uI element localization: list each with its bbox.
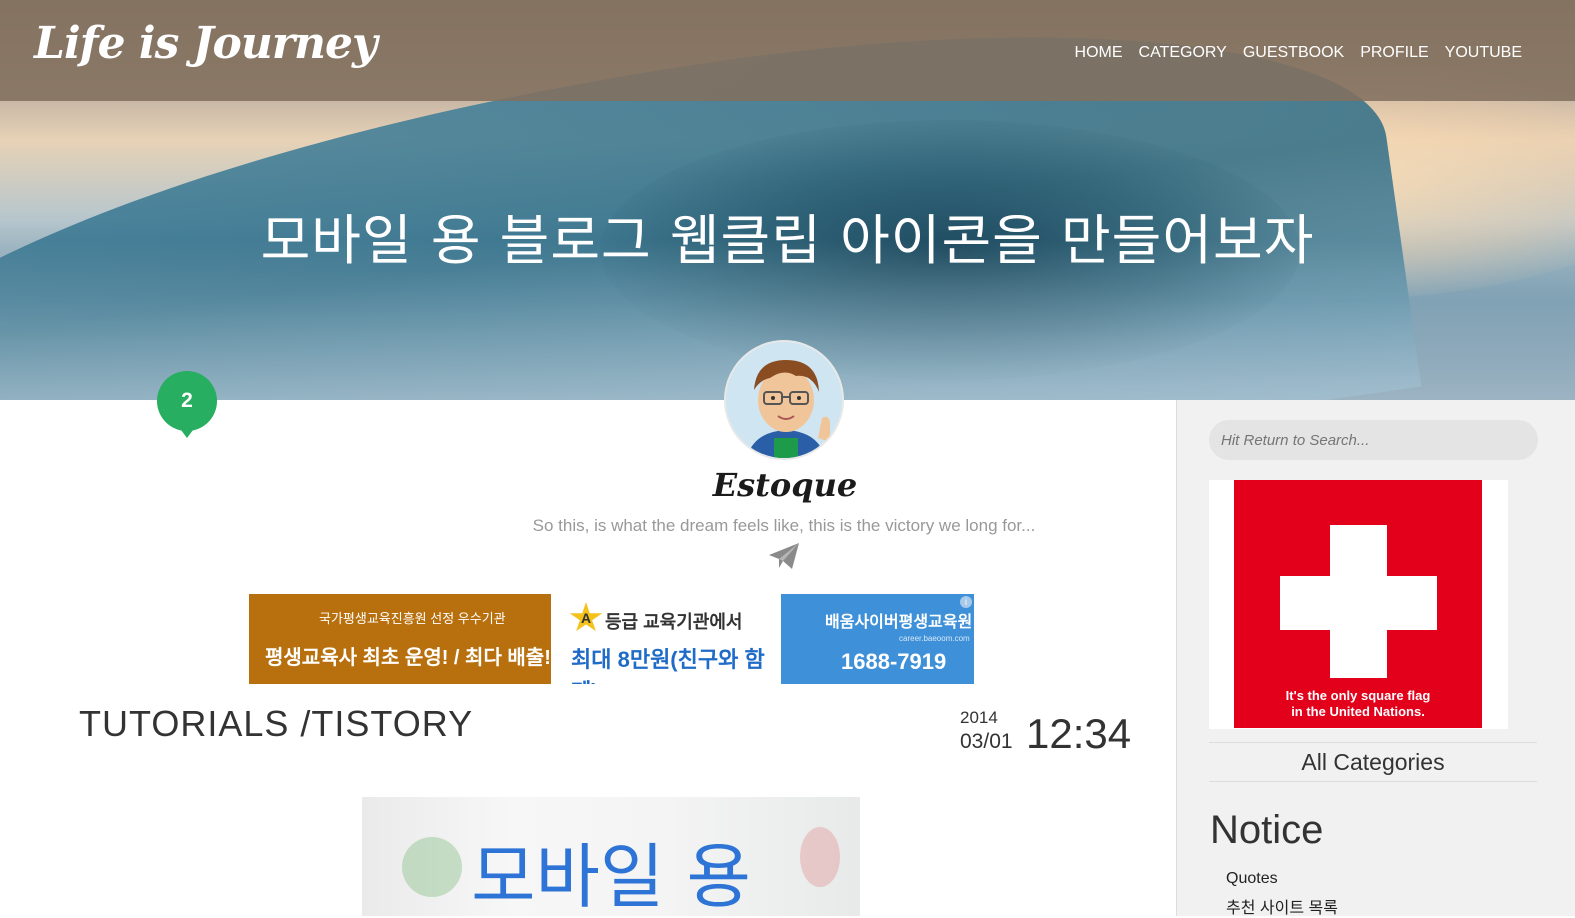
ad-contact-url: career.baeoom.com — [899, 634, 970, 643]
post-time: 12:34 — [1026, 710, 1132, 757]
flag-caption-line-2: in the United Nations. — [1291, 704, 1425, 719]
ad-contact-phone: 1688-7919 — [841, 649, 947, 674]
nav-category[interactable]: CATEGORY — [1139, 44, 1227, 62]
ad-institute-caption: 국가평생교육진흥원 선정 우수기관 — [319, 611, 506, 626]
author-avatar[interactable] — [724, 340, 844, 460]
ad-institute-headline: 평생교육사 최초 운영! / 최다 배출! — [265, 647, 551, 669]
author-avatar-illustration — [726, 342, 842, 458]
flag-cross-horizontal — [1280, 576, 1437, 630]
ad-segment-grade: A 등급 교육기관에서 최대 8만원(친구와 함께) — [551, 594, 781, 684]
paper-plane-icon[interactable] — [768, 542, 800, 570]
search-input[interactable] — [1209, 420, 1538, 460]
nav-profile[interactable]: PROFILE — [1360, 44, 1428, 62]
post-thumbnail-image: 모바일 용 — [362, 797, 860, 916]
all-categories-link[interactable]: All Categories — [1209, 742, 1537, 782]
flag-caption: It's the only square flag in the United … — [1234, 688, 1482, 720]
ad-grade-caption: 등급 교육기관에서 — [605, 612, 743, 632]
ad-info-icon[interactable]: i — [960, 596, 972, 608]
ad-segment-institute: 국가평생교육진흥원 선정 우수기관 평생교육사 최초 운영! / 최다 배출! — [249, 594, 551, 684]
top-navigation-bar: Life is Journey HOME CATEGORY GUESTBOOK … — [0, 0, 1575, 101]
nav-home[interactable]: HOME — [1075, 44, 1123, 62]
ad-contact-brand: 배움사이버평생교육원 — [825, 614, 973, 631]
site-logo[interactable]: Life is Journey — [34, 18, 378, 69]
post-month-day: 03/01 — [960, 730, 1013, 753]
post-image-text: 모바일 용 — [471, 836, 751, 916]
post-year: 2014 — [960, 708, 998, 727]
comment-count-badge[interactable]: 2 — [157, 371, 217, 438]
ad-grade-headline: 최대 8만원(친구와 함께) — [571, 647, 765, 684]
ad-segment-contact: 배움사이버평생교육원 career.baeoom.com 1688-7919 i — [781, 594, 974, 684]
flag-caption-line-1: It's the only square flag — [1285, 688, 1431, 703]
post-title: 모바일 용 블로그 웹클립 아이콘을 만들어보자 — [260, 209, 1315, 272]
flag-widget: It's the only square flag in the United … — [1209, 480, 1508, 729]
swiss-flag-image: It's the only square flag in the United … — [1234, 480, 1482, 728]
nav-guestbook[interactable]: GUESTBOOK — [1243, 44, 1344, 62]
main-nav: HOME CATEGORY GUESTBOOK PROFILE YOUTUBE — [1075, 44, 1522, 62]
advertisement-banner[interactable]: 국가평생교육진흥원 선정 우수기관 평생교육사 최초 운영! / 최다 배출! … — [249, 594, 974, 684]
notice-item-recommended-sites[interactable]: 추천 사이트 목록 — [1226, 894, 1338, 918]
sidebar: It's the only square flag in the United … — [1176, 400, 1575, 918]
post-category[interactable]: TUTORIALS /TISTORY — [79, 703, 473, 745]
notice-item-quotes[interactable]: Quotes — [1226, 870, 1338, 894]
nav-youtube[interactable]: YOUTUBE — [1445, 44, 1522, 62]
notice-heading: Notice — [1210, 808, 1324, 852]
notice-list: Quotes 추천 사이트 목록 — [1226, 870, 1338, 918]
